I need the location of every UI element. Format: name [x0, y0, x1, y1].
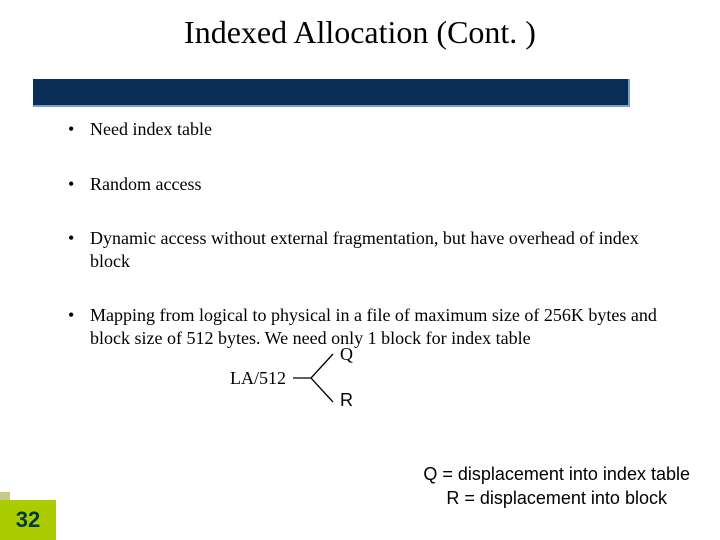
- diagram-input: LA/512: [230, 368, 286, 389]
- title-underline-bar: [33, 79, 630, 107]
- legend-line: Q = displacement into index table: [423, 463, 690, 486]
- bullet-item: Dynamic access without external fragment…: [60, 227, 680, 272]
- legend: Q = displacement into index table R = di…: [423, 463, 690, 510]
- page-number: 32: [0, 500, 56, 540]
- page-number-accent: [0, 492, 10, 500]
- bullet-list: Need index table Random access Dynamic a…: [60, 118, 680, 349]
- slide-title: Indexed Allocation (Cont. ): [0, 14, 720, 51]
- bullet-item: Need index table: [60, 118, 680, 141]
- slide: Indexed Allocation (Cont. ) Need index t…: [0, 0, 720, 540]
- diagram-bracket-icon: [293, 348, 343, 408]
- division-diagram: LA/512 Q R: [230, 340, 430, 420]
- legend-line: R = displacement into block: [423, 487, 690, 510]
- bullet-item: Random access: [60, 173, 680, 196]
